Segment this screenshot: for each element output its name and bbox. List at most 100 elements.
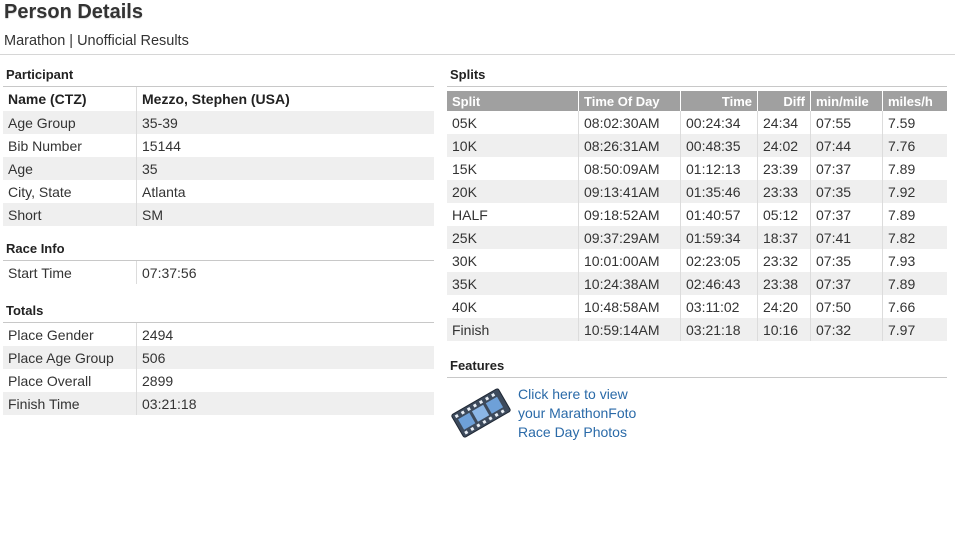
- table-row: Place Gender 2494: [3, 323, 434, 346]
- link-line: Click here to view: [518, 386, 628, 402]
- cell-time-of-day: 08:50:09AM: [578, 157, 681, 180]
- cell-miles-per-hour: 7.59: [888, 114, 916, 131]
- row-label: Start Time: [3, 261, 137, 284]
- cell-split-name: 05K: [447, 111, 579, 134]
- participant-heading: Participant: [3, 64, 434, 87]
- col-header-split: Split: [447, 91, 579, 111]
- col-header-diff: Diff: [757, 91, 811, 111]
- cell-split-name: 20K: [447, 180, 579, 203]
- col-header-time: Time: [680, 91, 758, 111]
- row-value: 506: [136, 346, 434, 369]
- cell-min-per-mile: 07:35: [810, 180, 883, 203]
- features-heading: Features: [447, 355, 947, 378]
- table-row: Finish Time 03:21:18: [3, 392, 434, 415]
- col-header-miles-per-hour: miles/h: [882, 91, 947, 111]
- cell-min-per-mile: 07:37: [810, 157, 883, 180]
- cell-time-of-day: 10:01:00AM: [578, 249, 681, 272]
- cell-min-per-mile: 07:37: [810, 203, 883, 226]
- cell-miles-per-hour: 7.92: [882, 180, 947, 203]
- table-row: Finish 10:59:14AM 03:21:18 10:16 07:32 7.97: [447, 318, 947, 341]
- cell-min-per-mile: 07:37: [810, 272, 883, 295]
- table-row: Age 35: [3, 157, 434, 180]
- cell-time-of-day: 10:48:58AM: [578, 295, 681, 318]
- table-row: 15K 08:50:09AM 01:12:13 23:39 07:37 7.89: [447, 157, 947, 180]
- cell-split-diff: 23:32: [757, 249, 811, 272]
- cell-elapsed-time: 01:59:34: [680, 226, 758, 249]
- link-line: your MarathonFoto: [518, 405, 637, 421]
- cell-split-diff: 24:34: [757, 111, 811, 134]
- row-label: City, State: [3, 180, 137, 203]
- right-column: Splits Split Time Of Day Time Diff min/m…: [447, 64, 947, 448]
- participant-name-row: Name (CTZ) Mezzo, Stephen (USA): [3, 87, 434, 111]
- row-value: 35-39: [136, 111, 434, 134]
- row-value: 2494: [142, 326, 174, 343]
- cell-time-of-day: 10:59:14AM: [578, 318, 681, 341]
- cell-elapsed-time: 00:24:34: [680, 111, 758, 134]
- cell-time-of-day: 10:24:38AM: [578, 272, 681, 295]
- row-label: Finish Time: [3, 392, 137, 415]
- cell-miles-per-hour: 7.89: [888, 160, 916, 177]
- cell-split-name: 25K: [447, 226, 579, 249]
- marathonfoto-link[interactable]: Click here to view your MarathonFoto Rac…: [518, 385, 636, 442]
- cell-miles-per-hour: 7.66: [888, 298, 916, 315]
- cell-time-of-day: 08:02:30AM: [578, 111, 681, 134]
- table-row: Bib Number 15144: [3, 134, 434, 157]
- cell-elapsed-time: 02:23:05: [680, 249, 758, 272]
- features-body: Click here to view your MarathonFoto Rac…: [447, 378, 947, 448]
- cell-miles-per-hour: 7.89: [882, 272, 947, 295]
- cell-miles-per-hour: 7.89: [888, 206, 916, 223]
- cell-miles-per-hour: 7.76: [882, 134, 947, 157]
- cell-split-diff: 18:37: [757, 226, 811, 249]
- table-row: 35K 10:24:38AM 02:46:43 23:38 07:37 7.89: [447, 272, 947, 295]
- cell-split-diff: 24:02: [757, 134, 811, 157]
- row-label: Short: [3, 203, 137, 226]
- row-value: SM: [136, 203, 434, 226]
- cell-elapsed-time: 01:35:46: [680, 180, 758, 203]
- cell-min-per-mile: 07:35: [810, 249, 883, 272]
- left-column: Participant Name (CTZ) Mezzo, Stephen (U…: [3, 64, 434, 415]
- cell-split-diff: 24:20: [757, 295, 811, 318]
- cell-split-name: 30K: [447, 249, 579, 272]
- name-value: Mezzo, Stephen (USA): [142, 91, 290, 107]
- cell-split-diff: 10:16: [757, 318, 811, 341]
- cell-split-name: 40K: [447, 295, 579, 318]
- splits-table: Split Time Of Day Time Diff min/mile mil…: [447, 91, 947, 341]
- splits-heading: Splits: [447, 64, 947, 87]
- page-subtitle: Marathon | Unofficial Results: [4, 33, 189, 49]
- cell-min-per-mile: 07:32: [810, 318, 883, 341]
- row-label: Age Group: [3, 111, 137, 134]
- cell-miles-per-hour: 7.97: [882, 318, 947, 341]
- table-row: HALF 09:18:52AM 01:40:57 05:12 07:37 7.89: [447, 203, 947, 226]
- row-value: 2899: [142, 372, 174, 389]
- table-row: Start Time 07:37:56: [3, 261, 434, 284]
- row-value: 15144: [142, 137, 181, 154]
- table-row: 40K 10:48:58AM 03:11:02 24:20 07:50 7.66: [447, 295, 947, 318]
- table-row: Place Overall 2899: [3, 369, 434, 392]
- cell-min-per-mile: 07:50: [810, 295, 883, 318]
- cell-time-of-day: 09:13:41AM: [578, 180, 681, 203]
- film-strip-icon[interactable]: [450, 384, 512, 442]
- link-line: Race Day Photos: [518, 424, 627, 440]
- cell-min-per-mile: 07:44: [810, 134, 883, 157]
- cell-split-name: 35K: [447, 272, 579, 295]
- splits-header-row: Split Time Of Day Time Diff min/mile mil…: [447, 91, 947, 111]
- table-row: Place Age Group 506: [3, 346, 434, 369]
- cell-miles-per-hour: 7.82: [882, 226, 947, 249]
- table-row: 10K 08:26:31AM 00:48:35 24:02 07:44 7.76: [447, 134, 947, 157]
- cell-split-name: HALF: [447, 203, 579, 226]
- cell-elapsed-time: 03:11:02: [680, 295, 758, 318]
- row-label: Bib Number: [3, 134, 137, 157]
- cell-elapsed-time: 02:46:43: [680, 272, 758, 295]
- cell-elapsed-time: 03:21:18: [680, 318, 758, 341]
- row-label: Age: [3, 157, 137, 180]
- title-divider: [0, 54, 955, 55]
- cell-split-diff: 23:39: [757, 157, 811, 180]
- table-row: Age Group 35-39: [3, 111, 434, 134]
- table-row: 05K 08:02:30AM 00:24:34 24:34 07:55 7.59: [447, 111, 947, 134]
- cell-min-per-mile: 07:41: [810, 226, 883, 249]
- cell-split-name: 15K: [447, 157, 579, 180]
- row-label: Place Gender: [3, 323, 137, 346]
- splits-body: 05K 08:02:30AM 00:24:34 24:34 07:55 7.59 10K 08…: [447, 111, 947, 341]
- cell-elapsed-time: 01:12:13: [680, 157, 758, 180]
- table-row: Short SM: [3, 203, 434, 226]
